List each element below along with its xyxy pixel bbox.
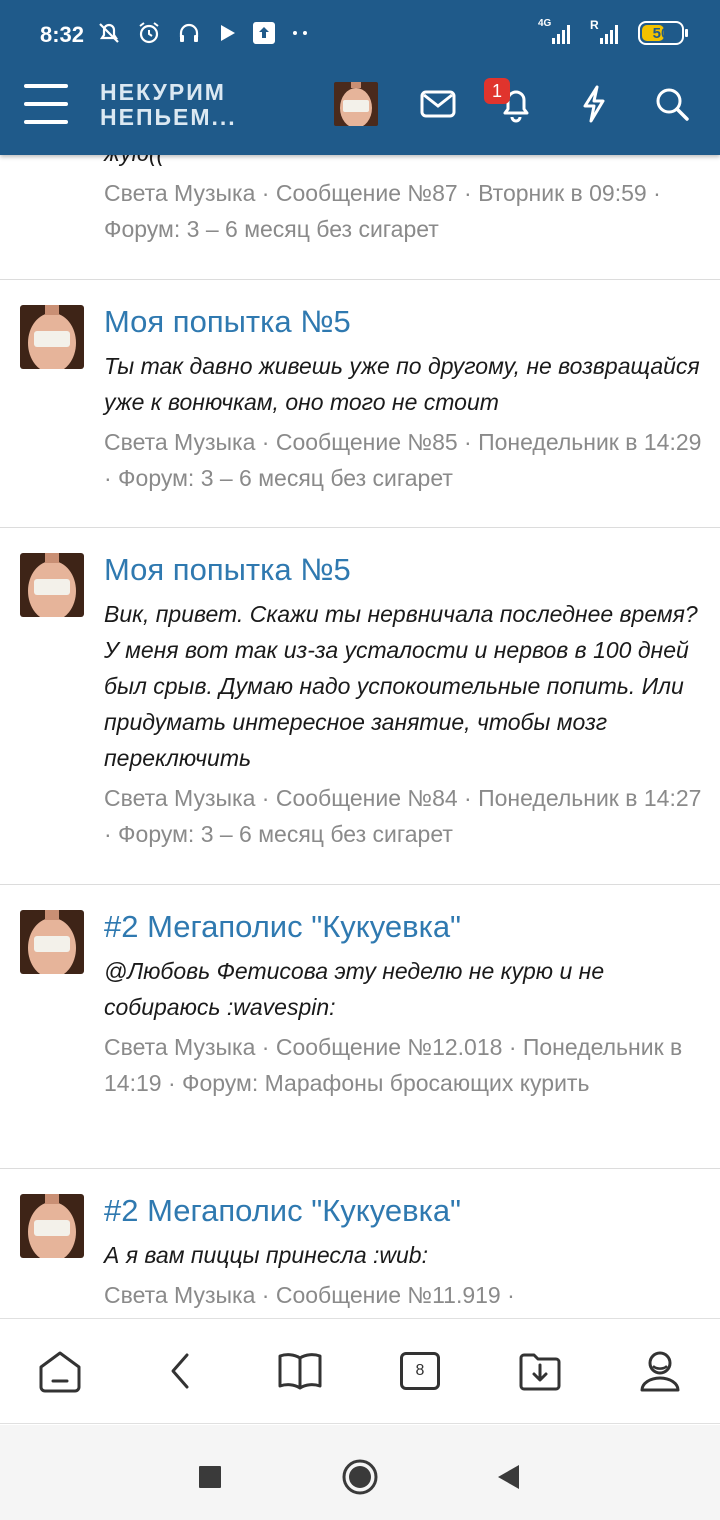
status-bar: 8:32 4G R 50 — [0, 0, 720, 70]
home-icon[interactable] — [30, 1343, 90, 1399]
activity-feed: жую(( Света Музыка · Сообщение №87 · Вто… — [0, 155, 720, 1318]
recent-apps-icon[interactable] — [190, 1457, 230, 1497]
alarm-icon — [136, 20, 162, 46]
post-title[interactable]: Моя попытка №5 — [104, 302, 704, 342]
list-item[interactable]: #2 Мегаполис "Кукуевка" @Любовь Фетисова… — [0, 885, 720, 1169]
list-item[interactable]: #2 Мегаполис "Кукуевка" А я вам пиццы пр… — [0, 1169, 720, 1318]
bottom-nav: 8 — [0, 1318, 720, 1424]
post-snippet: @Любовь Фетисова эту неделю не курю и не… — [104, 958, 605, 1020]
notification-badge: 1 — [484, 78, 510, 104]
signal-r-icon: R — [590, 18, 624, 46]
post-title[interactable]: #2 Мегаполис "Кукуевка" — [104, 1191, 704, 1231]
tabs-icon[interactable]: 8 — [390, 1343, 450, 1399]
battery-icon: 50 — [638, 21, 688, 45]
post-meta: Света Музыка · Сообщение №84 · Понедельн… — [104, 785, 702, 847]
messages-icon[interactable] — [418, 84, 458, 124]
book-icon[interactable] — [270, 1343, 330, 1399]
post-meta: Света Музыка · Сообщение №11.919 · — [104, 1282, 515, 1308]
top-band: 8:32 4G R 50 НЕКУРИМ НЕПЬЕМ... 1 — [0, 0, 720, 155]
author-avatar[interactable] — [20, 553, 84, 617]
post-snippet: А я вам пиццы принесла :wub: — [104, 1242, 428, 1268]
site-logo[interactable]: НЕКУРИМ НЕПЬЕМ... — [100, 80, 237, 130]
headphones-icon — [176, 20, 202, 46]
author-avatar[interactable] — [20, 1194, 84, 1258]
status-right: 4G R 50 — [538, 18, 688, 46]
post-snippet: жую(( — [104, 155, 704, 171]
list-item[interactable]: Моя попытка №5 Вик, привет. Скажи ты нер… — [0, 528, 720, 885]
post-snippet: Ты так давно живешь уже по другому, не в… — [104, 353, 700, 415]
download-icon[interactable] — [510, 1343, 570, 1399]
battery-level: 50 — [652, 24, 670, 42]
more-dots-icon — [290, 23, 310, 43]
lightning-icon[interactable] — [574, 84, 614, 124]
post-title[interactable]: Моя попытка №5 — [104, 550, 704, 590]
status-icons — [96, 20, 310, 46]
search-icon[interactable] — [652, 84, 692, 124]
user-avatar[interactable] — [334, 82, 378, 126]
post-snippet: Вик, привет. Скажи ты нервничала последн… — [104, 601, 698, 771]
system-nav-bar — [0, 1425, 720, 1520]
status-time: 8:32 — [40, 22, 85, 47]
play-icon — [216, 22, 238, 44]
home-circle-icon[interactable] — [340, 1457, 380, 1497]
post-meta: Света Музыка · Сообщение №87 · Вторник в… — [104, 180, 661, 242]
list-item[interactable]: Моя попытка №5 Ты так давно живешь уже п… — [0, 280, 720, 528]
back-triangle-icon[interactable] — [488, 1457, 528, 1497]
logo-line-1: НЕКУРИМ — [100, 79, 226, 105]
menu-icon[interactable] — [24, 84, 68, 124]
tabs-count: 8 — [400, 1352, 440, 1390]
post-meta: Света Музыка · Сообщение №85 · Понедельн… — [104, 429, 702, 491]
author-avatar[interactable] — [20, 305, 84, 369]
logo-line-2: НЕПЬЕМ... — [100, 104, 237, 130]
post-meta: Света Музыка · Сообщение №12.018 · Понед… — [104, 1034, 683, 1096]
no-notify-icon — [96, 20, 122, 46]
post-title[interactable]: #2 Мегаполис "Кукуевка" — [104, 907, 704, 947]
list-item[interactable]: жую(( Света Музыка · Сообщение №87 · Вто… — [0, 155, 720, 280]
author-avatar[interactable] — [20, 910, 84, 974]
signal-4g-icon: 4G — [538, 18, 576, 46]
app-header: НЕКУРИМ НЕПЬЕМ... 1 — [0, 70, 720, 155]
upload-icon — [252, 21, 276, 45]
back-icon[interactable] — [150, 1343, 210, 1399]
profile-icon[interactable] — [630, 1343, 690, 1399]
